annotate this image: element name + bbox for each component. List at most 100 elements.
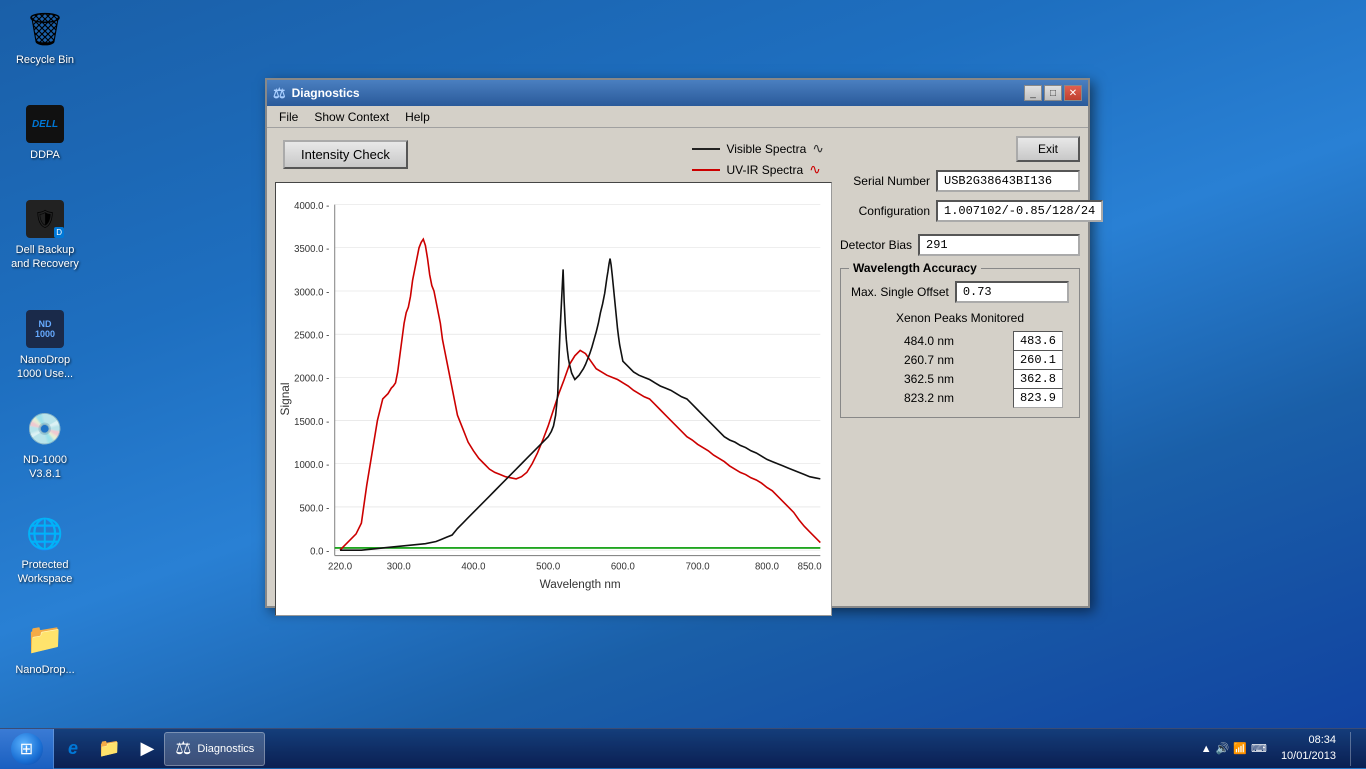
chart-section: Intensity Check Visible Spectra ∿ UV-IR … — [275, 136, 832, 598]
peak-measured-2: 362.8 — [1013, 369, 1063, 389]
peak-measured-1: 260.1 — [1013, 350, 1063, 370]
configuration-value: 1.007102/-0.85/128/24 — [936, 200, 1103, 222]
svg-text:800.0: 800.0 — [755, 562, 779, 573]
close-button[interactable]: ✕ — [1064, 85, 1082, 101]
clock-time: 08:34 — [1281, 733, 1336, 748]
intensity-check-button[interactable]: Intensity Check — [283, 140, 408, 169]
serial-number-row: Serial Number USB2G38643BI136 — [840, 170, 1080, 192]
clock-date: 10/01/2013 — [1281, 749, 1336, 764]
window-icon: ⚖ — [273, 85, 286, 102]
chart-top-controls: Intensity Check Visible Spectra ∿ UV-IR … — [275, 136, 832, 182]
tray-arrow[interactable]: ▲ — [1201, 743, 1212, 755]
svg-text:220.0: 220.0 — [328, 562, 352, 573]
svg-text:Signal: Signal — [278, 382, 292, 415]
show-desktop-button[interactable] — [1350, 732, 1358, 766]
ie-icon: e — [68, 738, 78, 759]
svg-text:3000.0 -: 3000.0 - — [294, 287, 329, 298]
svg-text:3500.0 -: 3500.0 - — [294, 244, 329, 255]
recycle-bin-icon[interactable]: 🗑 Recycle Bin — [5, 5, 85, 71]
visible-spectra-icon: ∿ — [812, 140, 824, 157]
nanodrop-folder-icon[interactable]: 📁 NanoDrop... — [5, 615, 85, 681]
maximize-button[interactable]: □ — [1044, 85, 1062, 101]
peak-expected-1: 260.7 nm — [851, 350, 960, 369]
nd1000-icon[interactable]: 💿 ND-1000V3.8.1 — [5, 405, 85, 486]
xenon-peaks-table: 484.0 nm 483.6 260.7 nm 260.1 362.5 nm 3… — [851, 331, 1069, 407]
detector-bias-value: 291 — [918, 234, 1080, 256]
ddpa-label: DDPA — [30, 148, 60, 162]
svg-text:500.0: 500.0 — [536, 562, 560, 573]
peak-expected-3: 823.2 nm — [851, 388, 960, 407]
diagnostics-taskbar-icon: ⚖ — [175, 738, 191, 759]
peak-measured-0: 483.6 — [1013, 331, 1063, 351]
diagnostics-taskbar-label: Diagnostics — [197, 743, 254, 755]
minimize-button[interactable]: _ — [1024, 85, 1042, 101]
svg-text:1500.0 -: 1500.0 - — [294, 417, 329, 428]
menu-file[interactable]: File — [271, 108, 306, 126]
taskbar: ⊞ e 📁 ▶ ⚖ Diagnostics ▲ 🔊 📶 ⌨ 08:34 10/0… — [0, 728, 1366, 768]
taskbar-ie[interactable]: e — [58, 732, 88, 766]
uvir-spectra-label: UV-IR Spectra — [726, 163, 803, 177]
configuration-row: Configuration 1.007102/-0.85/128/24 — [840, 200, 1080, 222]
svg-text:500.0 -: 500.0 - — [299, 503, 329, 514]
peak-row-1: 260.7 nm 260.1 — [851, 350, 1069, 369]
diagnostics-window: ⚖ Diagnostics _ □ ✕ File Show Context He… — [265, 78, 1090, 608]
explorer-icon: 📁 — [98, 738, 120, 759]
chart-legend: Visible Spectra ∿ UV-IR Spectra ∿ — [692, 140, 824, 178]
protected-workspace-label: ProtectedWorkspace — [18, 558, 73, 587]
exit-button[interactable]: Exit — [1016, 136, 1080, 162]
peak-row-3: 823.2 nm 823.9 — [851, 388, 1069, 407]
start-button[interactable]: ⊞ — [0, 729, 54, 769]
nanodrop-folder-label: NanoDrop... — [15, 663, 74, 677]
detector-bias-label: Detector Bias — [840, 238, 912, 252]
svg-text:600.0: 600.0 — [611, 562, 635, 573]
spectra-chart: 4000.0 - 3500.0 - 3000.0 - 2500.0 - 2000… — [276, 183, 831, 615]
taskbar-media[interactable]: ▶ — [130, 732, 164, 766]
max-single-offset-value: 0.73 — [955, 281, 1069, 303]
dell-backup-label: Dell Backupand Recovery — [11, 243, 79, 272]
svg-text:400.0: 400.0 — [461, 562, 485, 573]
tray-volume: 📶 — [1233, 742, 1247, 755]
nd1000-label: ND-1000V3.8.1 — [23, 453, 67, 482]
nanodrop-use-icon[interactable]: ND1000 NanoDrop1000 Use... — [5, 305, 85, 386]
peak-expected-0: 484.0 nm — [851, 331, 960, 350]
menu-show-context[interactable]: Show Context — [306, 108, 397, 126]
svg-text:300.0: 300.0 — [387, 562, 411, 573]
svg-text:0.0 -: 0.0 - — [310, 546, 329, 557]
menu-help[interactable]: Help — [397, 108, 438, 126]
taskbar-diagnostics[interactable]: ⚖ Diagnostics — [164, 732, 265, 766]
tray-icon3: ⌨ — [1251, 742, 1267, 755]
recycle-bin-label: Recycle Bin — [16, 53, 74, 67]
taskbar-explorer[interactable]: 📁 — [88, 732, 130, 766]
visible-spectra-line — [692, 148, 720, 150]
peak-measured-3: 823.9 — [1013, 388, 1063, 408]
peak-expected-2: 362.5 nm — [851, 369, 960, 388]
svg-text:850.0: 850.0 — [798, 562, 822, 573]
svg-text:2000.0 -: 2000.0 - — [294, 374, 329, 385]
system-clock[interactable]: 08:34 10/01/2013 — [1273, 733, 1344, 764]
tray-network: 🔊 — [1216, 742, 1230, 755]
protected-workspace-icon[interactable]: 🌐 ProtectedWorkspace — [5, 510, 85, 591]
peak-row-0: 484.0 nm 483.6 — [851, 331, 1069, 350]
ddpa-icon[interactable]: DELL DDPA — [5, 100, 85, 166]
wavelength-accuracy-group: Wavelength Accuracy Max. Single Offset 0… — [840, 268, 1080, 418]
max-single-offset-row: Max. Single Offset 0.73 — [851, 281, 1069, 303]
svg-text:700.0: 700.0 — [686, 562, 710, 573]
uvir-spectra-line — [692, 169, 720, 171]
right-panel: Exit Serial Number USB2G38643BI136 Confi… — [840, 136, 1080, 598]
sys-tray: ▲ 🔊 📶 ⌨ — [1201, 742, 1267, 755]
svg-text:1000.0 -: 1000.0 - — [294, 460, 329, 471]
title-bar: ⚖ Diagnostics _ □ ✕ — [267, 80, 1088, 106]
max-single-offset-label: Max. Single Offset — [851, 285, 949, 299]
detector-bias-row: Detector Bias 291 — [840, 234, 1080, 256]
chart-area: 4000.0 - 3500.0 - 3000.0 - 2500.0 - 2000… — [275, 182, 832, 616]
media-icon: ▶ — [140, 738, 154, 759]
svg-text:4000.0 -: 4000.0 - — [294, 201, 329, 212]
visible-spectra-label: Visible Spectra — [726, 142, 806, 156]
wavelength-accuracy-title: Wavelength Accuracy — [849, 261, 981, 275]
dell-backup-icon[interactable]: 🛡 D Dell Backupand Recovery — [5, 195, 85, 276]
taskbar-right: ▲ 🔊 📶 ⌨ 08:34 10/01/2013 — [1193, 732, 1366, 766]
start-orb: ⊞ — [11, 733, 43, 765]
serial-number-value: USB2G38643BI136 — [936, 170, 1080, 192]
svg-text:2500.0 -: 2500.0 - — [294, 330, 329, 341]
menu-bar: File Show Context Help — [267, 106, 1088, 128]
